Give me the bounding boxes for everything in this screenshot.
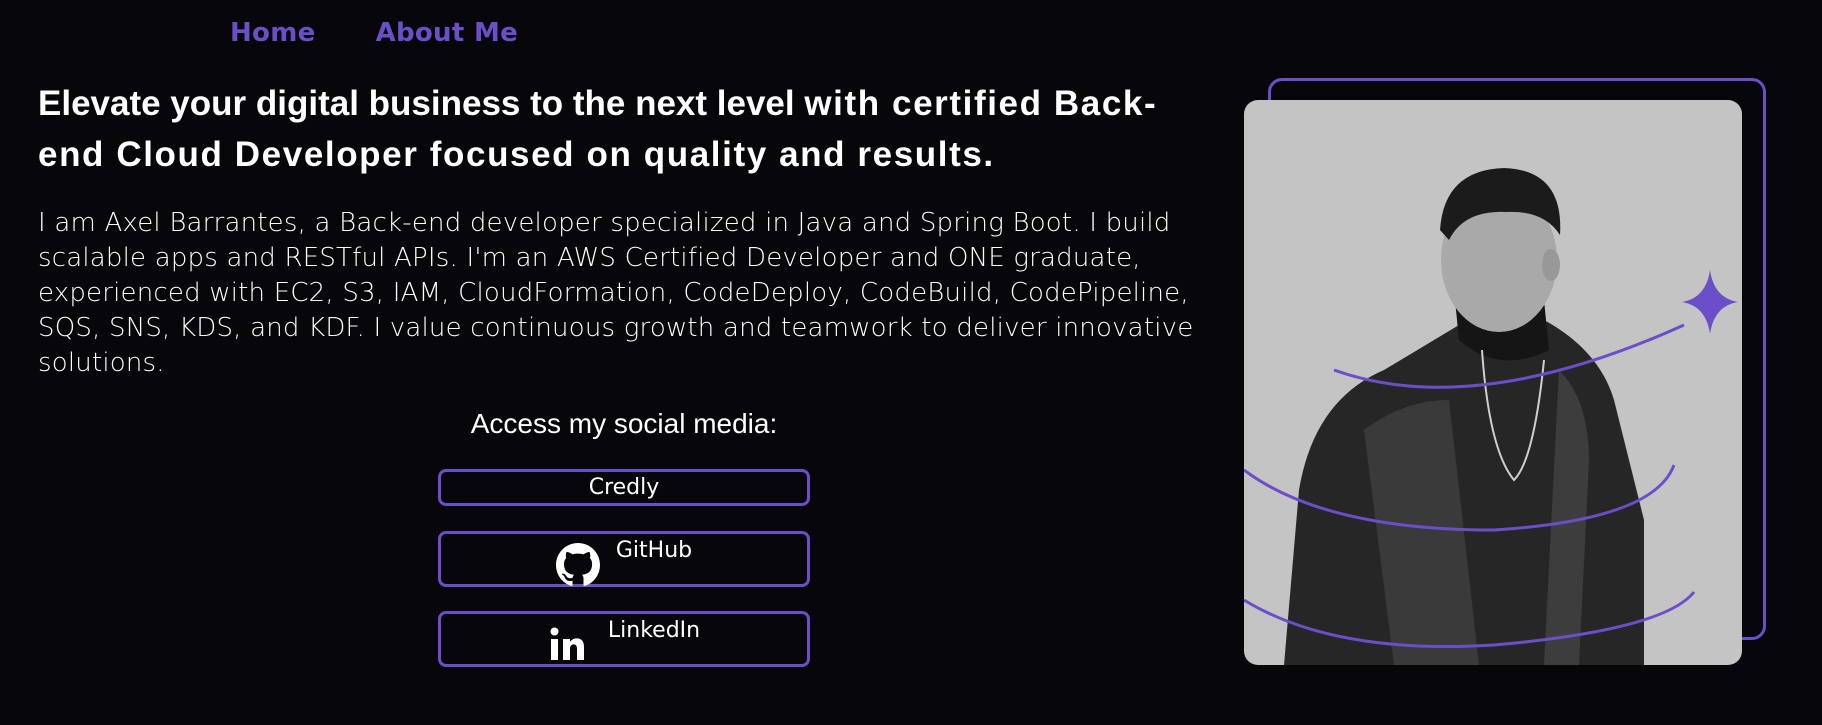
credly-label: Credly: [588, 475, 660, 500]
sparkle-star-icon: [1682, 270, 1738, 334]
github-label: GitHub: [615, 538, 693, 563]
bio-paragraph: I am Axel Barrantes, a Back-end develope…: [38, 208, 1194, 378]
portrait-ear: [1542, 249, 1560, 281]
credly-button[interactable]: Credly: [438, 469, 810, 506]
github-button[interactable]: GitHub: [438, 531, 810, 587]
github-icon: [555, 543, 600, 587]
social-title: Access my social media:: [470, 408, 778, 439]
linkedin-label: LinkedIn: [607, 618, 701, 643]
top-nav: Home About Me: [230, 18, 518, 48]
portrait-photo: [1244, 100, 1742, 665]
page: Home About Me Elevate your digital busin…: [0, 0, 1822, 725]
nav-home-link[interactable]: Home: [230, 18, 316, 48]
linkedin-button[interactable]: LinkedIn: [438, 611, 810, 667]
linkedin-icon: [548, 623, 592, 667]
headline-part-1: Elevate your digital business to the nex…: [38, 84, 805, 123]
nav-about-link[interactable]: About Me: [376, 18, 519, 48]
hero-headline: Elevate your digital business to the nex…: [38, 78, 1218, 180]
